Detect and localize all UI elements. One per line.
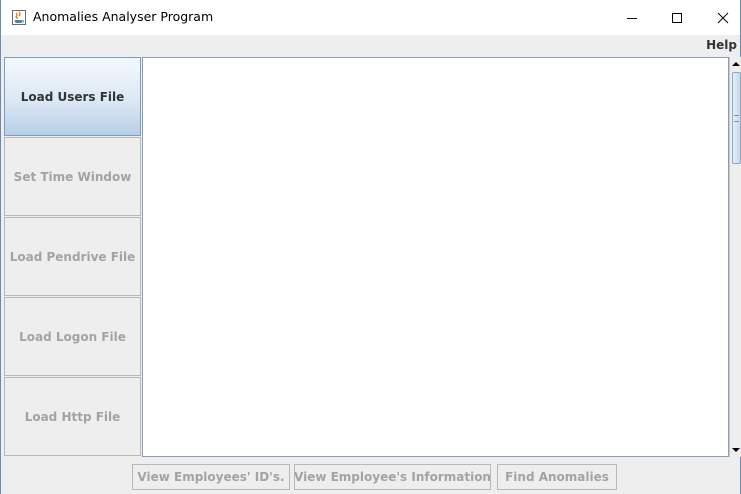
scroll-thumb[interactable] xyxy=(732,72,741,164)
scroll-down-button[interactable] xyxy=(730,443,741,457)
find-anomalies-button[interactable]: Find Anomalies xyxy=(497,464,617,490)
close-button[interactable] xyxy=(700,0,741,35)
maximize-icon xyxy=(672,12,682,23)
window-title: Anomalies Analyser Program xyxy=(33,9,214,24)
output-text-area[interactable] xyxy=(142,57,729,457)
load-logon-file-button[interactable]: Load Logon File xyxy=(4,297,141,376)
scroll-up-button[interactable] xyxy=(730,57,741,71)
app-window: Anomalies Analyser Program Help Load Use… xyxy=(0,0,741,494)
menu-help[interactable]: Help xyxy=(706,38,737,52)
set-time-window-button[interactable]: Set Time Window xyxy=(4,137,141,216)
view-employee-ids-button[interactable]: View Employees' ID's. xyxy=(132,464,290,490)
vertical-scrollbar[interactable] xyxy=(729,57,741,457)
title-bar[interactable]: Anomalies Analyser Program xyxy=(1,0,740,35)
minimize-button[interactable] xyxy=(609,0,655,35)
menu-bar: Help xyxy=(1,35,740,56)
arrow-up-icon xyxy=(732,62,740,66)
load-http-file-button[interactable]: Load Http File xyxy=(4,377,141,456)
grip-icon xyxy=(734,115,739,122)
maximize-button[interactable] xyxy=(654,0,700,35)
view-employee-information-button[interactable]: View Employee's Information xyxy=(294,464,491,490)
load-pendrive-file-button[interactable]: Load Pendrive File xyxy=(4,217,141,296)
close-icon xyxy=(717,12,729,23)
load-users-file-button[interactable]: Load Users File xyxy=(4,57,141,136)
bottom-toolbar: View Employees' ID's. View Employee's In… xyxy=(1,458,740,494)
arrow-down-icon xyxy=(732,448,740,452)
java-cup-icon xyxy=(12,10,26,25)
sidebar: Load Users File Set Time Window Load Pen… xyxy=(4,57,142,458)
minimize-icon xyxy=(627,17,637,19)
